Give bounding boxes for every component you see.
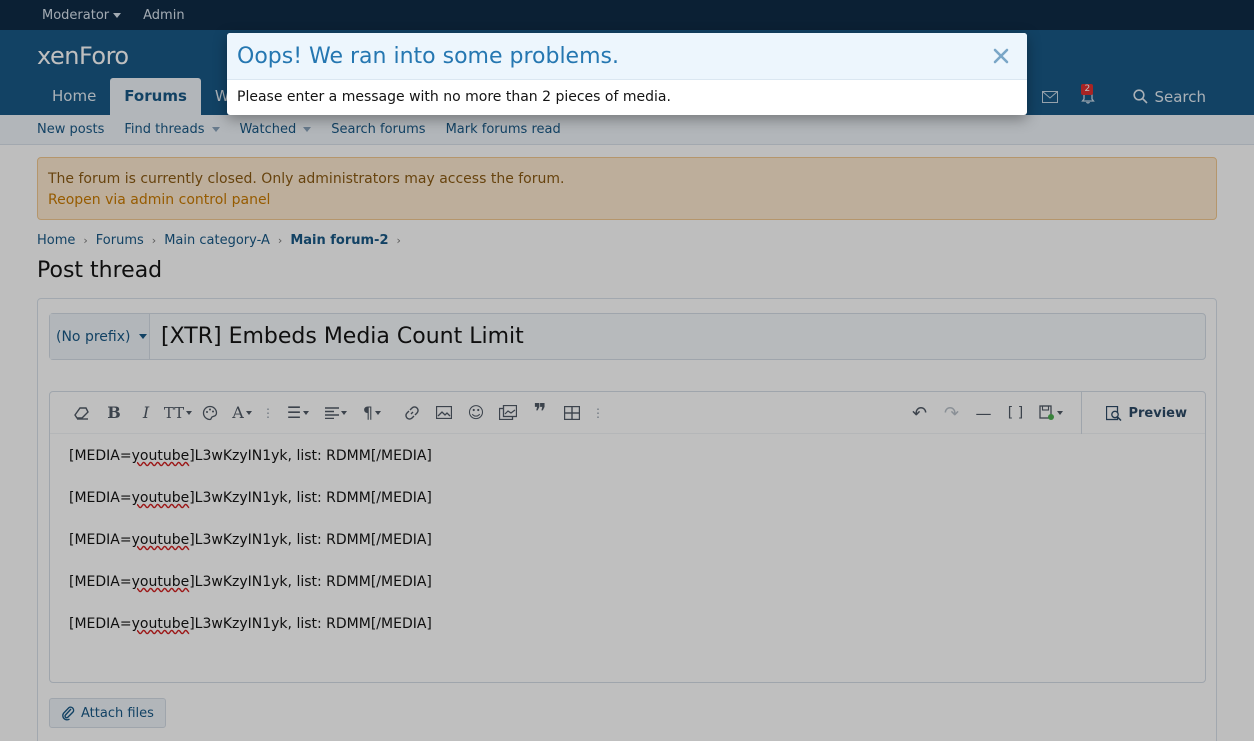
- modal-title: Oops! We ran into some problems.: [237, 43, 619, 69]
- modal-message: Please enter a message with no more than…: [237, 89, 671, 105]
- modal-header: Oops! We ran into some problems.: [227, 33, 1027, 80]
- error-modal: Oops! We ran into some problems. Please …: [227, 33, 1027, 115]
- close-icon[interactable]: [990, 45, 1012, 67]
